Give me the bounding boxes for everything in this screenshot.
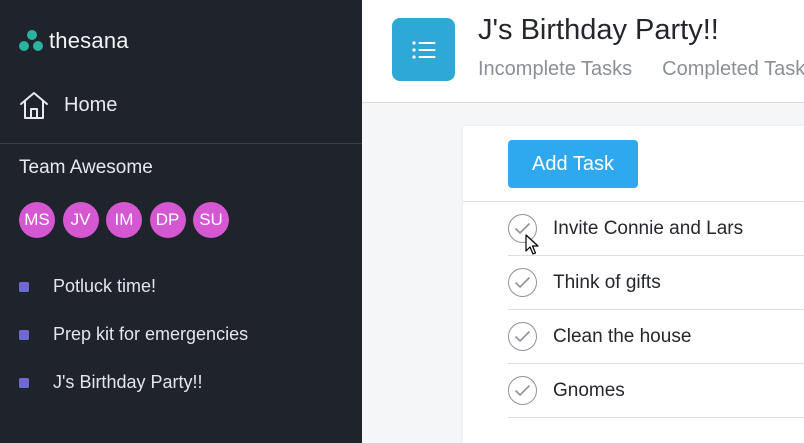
project-label: J's Birthday Party!! [53, 371, 203, 392]
project-icon [392, 18, 455, 81]
avatar[interactable]: IM [106, 202, 142, 238]
home-icon [20, 92, 48, 119]
checkmark-icon [514, 384, 531, 397]
sidebar: thesana Home Team Awesome MS JV IM DP SU… [0, 0, 362, 443]
list-icon [411, 40, 435, 59]
task-row[interactable]: Clean the house [508, 310, 804, 364]
project-label: Prep kit for emergencies [53, 323, 249, 344]
task-tabs: Incomplete Tasks Completed Tasks [478, 58, 804, 81]
team-members: MS JV IM DP SU [19, 202, 237, 238]
tab-completed-tasks[interactable]: Completed Tasks [662, 58, 804, 81]
checkmark-icon [514, 276, 531, 289]
logo-text: thesana [49, 28, 129, 53]
sidebar-item-project[interactable]: Prep kit for emergencies [19, 311, 248, 359]
tab-incomplete-tasks[interactable]: Incomplete Tasks [478, 58, 632, 81]
project-header: J's Birthday Party!! Incomplete Tasks Co… [362, 0, 804, 103]
task-list: Invite Connie and Lars Think of gifts Cl… [508, 202, 804, 418]
task-panel: Add Task Invite Connie and Lars Think of… [463, 126, 804, 443]
home-label: Home [64, 93, 118, 116]
page-title: J's Birthday Party!! [478, 14, 719, 46]
mouse-cursor-icon [525, 234, 539, 255]
task-row[interactable]: Invite Connie and Lars [508, 202, 804, 256]
task-label[interactable]: Think of gifts [553, 272, 661, 294]
logo-mark-icon [19, 30, 45, 52]
project-label: Potluck time! [53, 275, 157, 296]
project-color-dot [19, 282, 29, 292]
task-label[interactable]: Clean the house [553, 326, 691, 348]
sidebar-item-project[interactable]: Potluck time! [19, 263, 248, 311]
project-color-dot [19, 378, 29, 388]
task-label[interactable]: Invite Connie and Lars [553, 218, 743, 240]
checkmark-icon [514, 330, 531, 343]
avatar[interactable]: SU [193, 202, 229, 238]
task-row[interactable]: Think of gifts [508, 256, 804, 310]
project-list: Potluck time! Prep kit for emergencies J… [19, 263, 248, 407]
complete-task-checkbox[interactable] [508, 322, 537, 351]
complete-task-checkbox[interactable] [508, 268, 537, 297]
team-name[interactable]: Team Awesome [19, 157, 153, 179]
avatar[interactable]: DP [149, 202, 186, 238]
task-label[interactable]: Gnomes [553, 380, 625, 402]
project-color-dot [19, 330, 29, 340]
avatar[interactable]: JV [62, 202, 99, 238]
avatar[interactable]: MS [19, 202, 55, 238]
sidebar-divider [0, 143, 362, 144]
add-task-button[interactable]: Add Task [508, 140, 638, 188]
sidebar-item-home[interactable]: Home [18, 90, 117, 120]
task-row[interactable]: Gnomes [508, 364, 804, 418]
logo[interactable]: thesana [19, 28, 129, 54]
complete-task-checkbox[interactable] [508, 376, 537, 405]
sidebar-item-project[interactable]: J's Birthday Party!! [19, 359, 248, 407]
